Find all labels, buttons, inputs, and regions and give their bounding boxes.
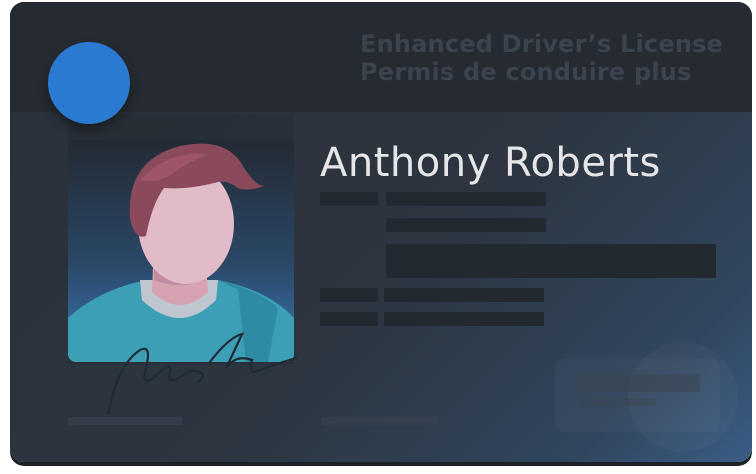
signature-icon xyxy=(106,332,298,416)
hologram-panel xyxy=(555,358,720,432)
field-value-bar xyxy=(384,312,544,326)
field-label-bar xyxy=(320,312,378,326)
license-title: Enhanced Driver’s License Permis de cond… xyxy=(360,30,723,86)
hologram-bar xyxy=(578,374,700,392)
license-title-english: Enhanced Driver’s License xyxy=(360,30,724,58)
license-card: Enhanced Driver’s License Permis de cond… xyxy=(10,2,752,462)
seal-icon xyxy=(48,42,130,124)
field-value-bar xyxy=(384,288,544,302)
field-value-bar xyxy=(386,218,546,232)
license-title-french: Permis de conduire plus xyxy=(360,58,692,86)
signature-line xyxy=(68,417,182,425)
address-block xyxy=(386,244,716,278)
field-label-bar xyxy=(320,288,378,302)
hologram-bar xyxy=(580,398,656,406)
field-value-bar xyxy=(386,192,546,206)
field-label-bar xyxy=(320,192,378,206)
holder-name: Anthony Roberts xyxy=(320,140,661,186)
footer-bar xyxy=(322,417,438,425)
